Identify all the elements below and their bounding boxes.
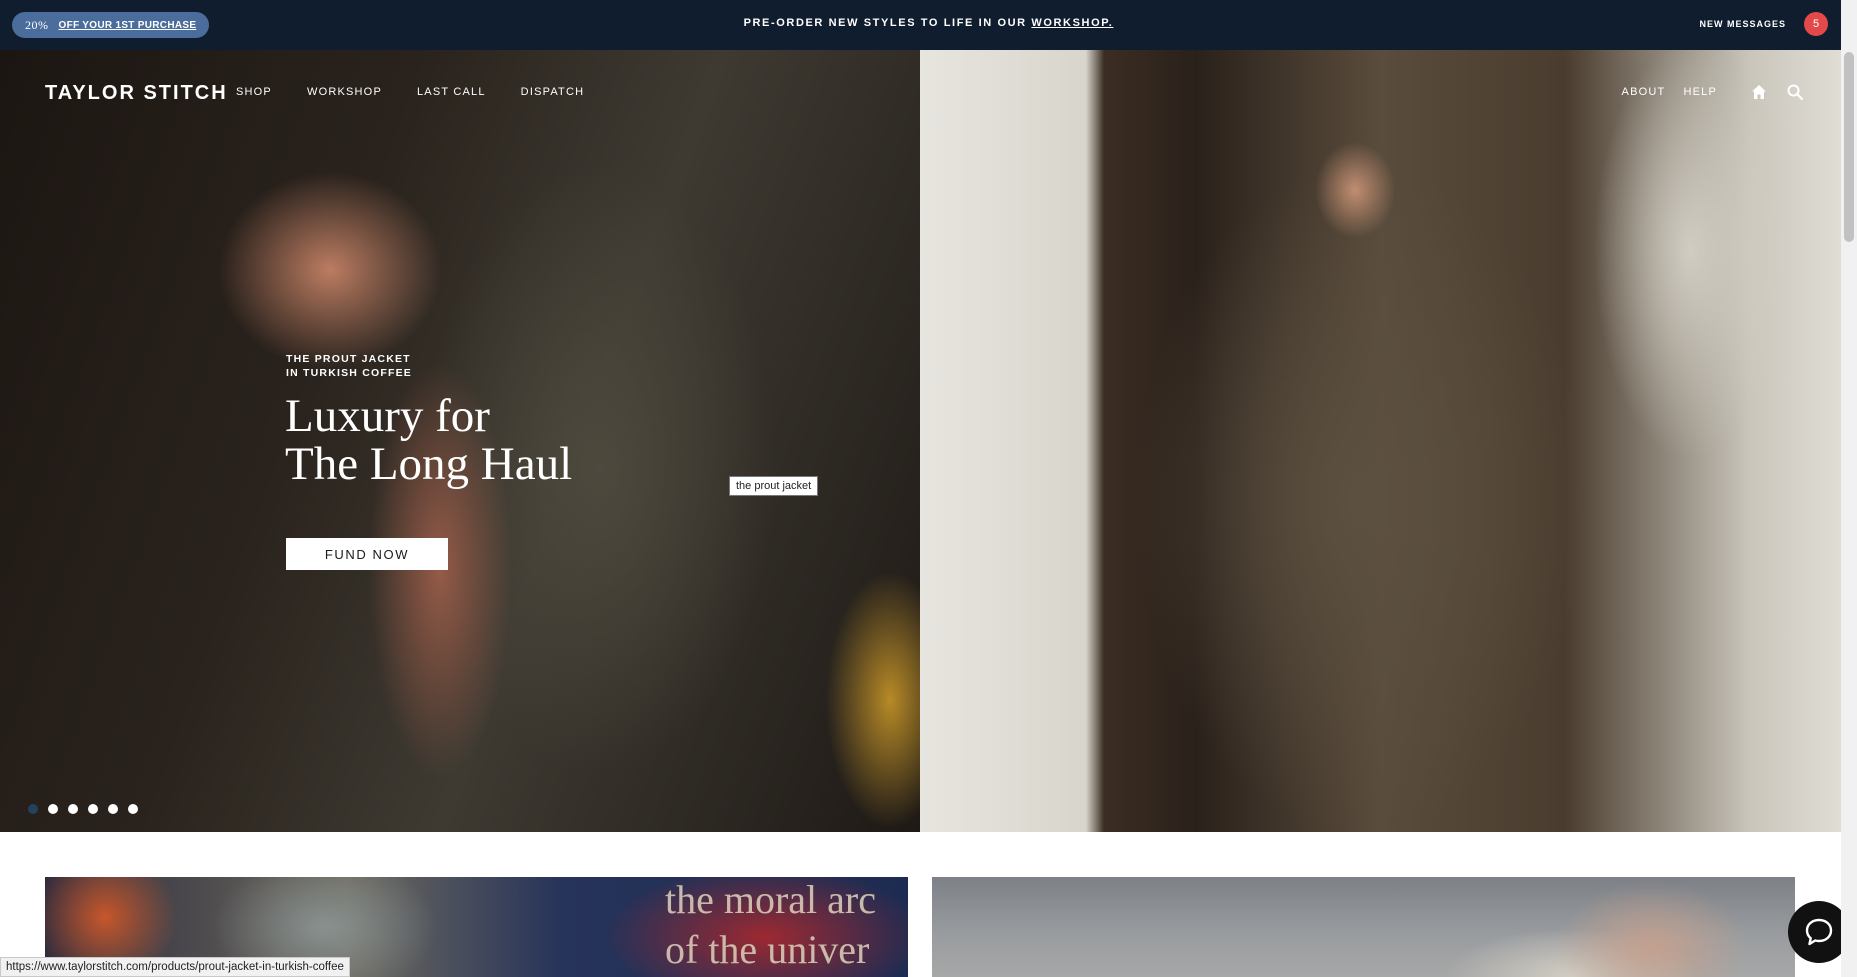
- nav-last-call[interactable]: LAST CALL: [417, 86, 486, 98]
- card-art-text: the moral arc of the univer: [665, 877, 876, 975]
- card-art-line2: of the univer: [665, 927, 870, 972]
- scrollbar-thumb[interactable]: [1844, 52, 1854, 242]
- messages-count-badge[interactable]: 5: [1804, 12, 1828, 36]
- nav-help[interactable]: HELP: [1683, 86, 1717, 98]
- carousel-dot[interactable]: [48, 804, 58, 814]
- status-bar-url: https://www.taylorstitch.com/products/pr…: [0, 957, 350, 977]
- search-icon[interactable]: [1783, 80, 1807, 104]
- announcement-bar: 20% OFF YOUR 1ST PURCHASE PRE-ORDER NEW …: [0, 0, 1857, 50]
- nav-about[interactable]: ABOUT: [1622, 86, 1666, 98]
- site-logo[interactable]: TAYLOR STITCH: [45, 82, 228, 105]
- fund-now-button[interactable]: FUND NOW: [286, 538, 448, 570]
- hero-headline: Luxury for The Long Haul: [285, 392, 572, 488]
- hero-headline-line1: Luxury for: [285, 390, 490, 442]
- carousel-dot[interactable]: [108, 804, 118, 814]
- hero-eyebrow-line2: IN TURKISH COFFEE: [286, 367, 412, 379]
- primary-nav: SHOP WORKSHOP LAST CALL DISPATCH: [236, 86, 619, 98]
- new-messages-label[interactable]: NEW MESSAGES: [1699, 19, 1786, 29]
- hero-banner: TAYLOR STITCH SHOP WORKSHOP LAST CALL DI…: [0, 50, 1841, 832]
- hero-headline-line2: The Long Haul: [285, 438, 573, 490]
- carousel-dot[interactable]: [28, 804, 38, 814]
- card-art-line1: the moral arc: [665, 877, 876, 922]
- secondary-nav: ABOUT HELP: [1622, 80, 1807, 104]
- workshop-link[interactable]: WORKSHOP.: [1031, 17, 1113, 29]
- carousel-dots: [28, 804, 148, 814]
- feature-card-right[interactable]: [932, 877, 1795, 977]
- announcement-prefix: PRE-ORDER NEW STYLES TO LIFE IN OUR: [743, 17, 1032, 29]
- nav-shop[interactable]: SHOP: [236, 86, 272, 98]
- hero-eyebrow-line1: THE PROUT JACKET: [286, 353, 411, 365]
- nav-dispatch[interactable]: DISPATCH: [521, 86, 585, 98]
- hero-image-right[interactable]: [920, 50, 1841, 832]
- announcement-text: PRE-ORDER NEW STYLES TO LIFE IN OUR WORK…: [0, 17, 1857, 29]
- home-icon[interactable]: [1747, 80, 1771, 104]
- chat-bubble-icon: [1805, 918, 1833, 946]
- carousel-dot[interactable]: [68, 804, 78, 814]
- hero-eyebrow: THE PROUT JACKET IN TURKISH COFFEE: [286, 352, 412, 380]
- carousel-dot[interactable]: [88, 804, 98, 814]
- nav-workshop[interactable]: WORKSHOP: [307, 86, 382, 98]
- carousel-dot[interactable]: [128, 804, 138, 814]
- image-tooltip: the prout jacket: [729, 476, 819, 496]
